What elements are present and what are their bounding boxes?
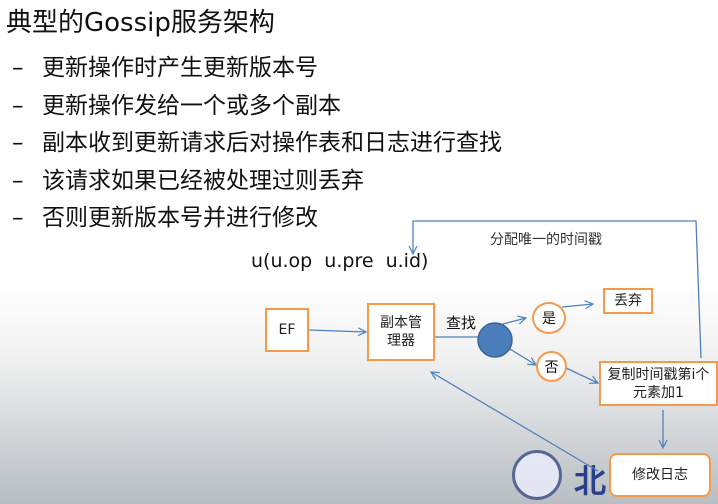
modify-log-box: 修改日志 xyxy=(609,453,711,497)
copy-timestamp-box: 复制时间戳第i个元素加1 xyxy=(599,361,718,406)
replica-manager-box: 副本管理器 xyxy=(367,303,435,361)
no-to-copy-arrow xyxy=(565,367,598,383)
copy-timestamp-label: 复制时间戳第i个元素加1 xyxy=(607,366,710,401)
yes-oval: 是 xyxy=(532,302,566,334)
no-oval: 否 xyxy=(536,351,567,382)
update-tuple: u(u.op u.pre u.id) xyxy=(251,250,429,272)
node-to-yes-arrow xyxy=(502,318,526,325)
ef-to-manager-arrow xyxy=(308,330,366,332)
replica-manager-label: 副本管理器 xyxy=(380,315,422,349)
assign-timestamp-label: 分配唯一的时间戳 xyxy=(490,232,602,248)
lookup-label: 查找 xyxy=(446,314,477,332)
decision-node xyxy=(477,322,513,358)
yes-to-discard-arrow xyxy=(561,304,593,307)
ef-box: EF xyxy=(265,308,309,352)
log-to-manager-arrow xyxy=(431,372,599,472)
discard-box: 丢弃 xyxy=(603,288,653,314)
